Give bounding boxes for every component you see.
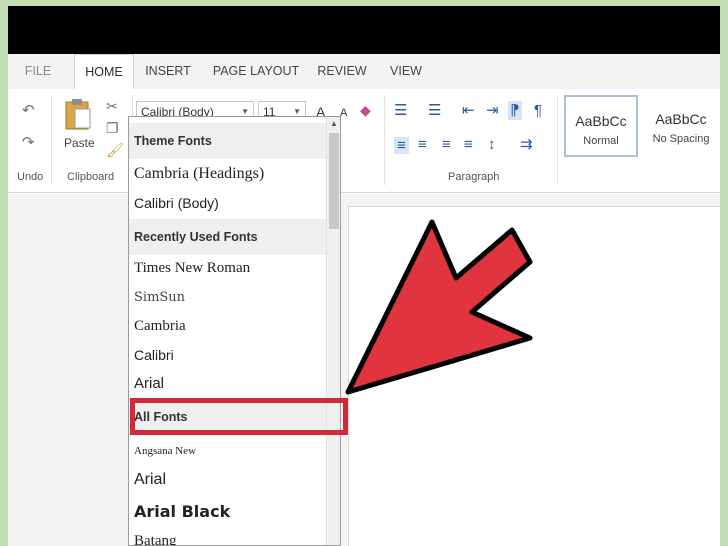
- align-center-icon[interactable]: ≡: [418, 137, 427, 152]
- paste-button[interactable]: Paste: [60, 95, 96, 155]
- numbering-icon[interactable]: ☰: [428, 103, 441, 118]
- title-bar: [8, 6, 720, 54]
- font-option-angsana-new[interactable]: Angsana New: [134, 445, 196, 457]
- undo-icon[interactable]: ↶: [22, 103, 35, 118]
- scrollbar-thumb[interactable]: [329, 133, 339, 229]
- tab-page-layout[interactable]: PAGE LAYOUT: [208, 54, 304, 89]
- divider: [51, 95, 52, 185]
- tab-review[interactable]: REVIEW: [314, 54, 370, 89]
- increase-indent-icon[interactable]: ⇥: [486, 103, 499, 118]
- clipboard-group-label: Clipboard: [67, 171, 115, 183]
- font-option-cambria-headings[interactable]: Cambria (Headings): [134, 165, 264, 183]
- divider: [557, 95, 558, 185]
- font-option-cambria[interactable]: Cambria: [134, 318, 186, 335]
- paste-label: Paste: [64, 136, 95, 150]
- line-spacing-icon[interactable]: ↕: [488, 137, 496, 152]
- font-dropdown-list: Theme Fonts Cambria (Headings) Calibri (…: [128, 116, 341, 546]
- copy-icon[interactable]: ❐: [106, 121, 119, 135]
- chevron-up-icon[interactable]: ▲: [327, 117, 340, 131]
- decrease-indent-icon[interactable]: ⇤: [462, 103, 475, 118]
- format-painter-icon[interactable]: 🖌: [106, 143, 124, 157]
- font-option-calibri-body[interactable]: Calibri (Body): [134, 195, 219, 211]
- tab-home[interactable]: HOME: [74, 54, 134, 90]
- justify-icon[interactable]: ≡: [464, 137, 473, 152]
- highlight-box: [130, 398, 348, 435]
- font-option-batang[interactable]: Batang: [134, 533, 177, 545]
- undo-group-label: Undo: [17, 171, 44, 183]
- font-option-simsun[interactable]: SimSun: [134, 290, 185, 305]
- font-option-arial[interactable]: Arial: [134, 471, 166, 489]
- ribbon: ↶ ↷ Undo Paste ✂ ❐ 🖌 Clipboard Calibri (…: [8, 89, 720, 193]
- pointer-arrow-icon: [345, 219, 533, 395]
- tab-file[interactable]: FILE: [18, 54, 58, 89]
- paragraph-spacing-icon[interactable]: ⇉: [520, 137, 533, 152]
- style-no-spacing[interactable]: AaBbCc No Spacing: [642, 95, 720, 157]
- style-sample: AaBbCc: [575, 113, 627, 129]
- divider: [384, 95, 385, 185]
- bullets-icon[interactable]: ☰: [394, 103, 407, 118]
- paragraph-group-label: Paragraph: [448, 171, 500, 183]
- ribbon-tabs: FILE HOME INSERT PAGE LAYOUT REVIEW VIEW: [8, 54, 720, 90]
- clear-formatting-icon[interactable]: ◆: [360, 103, 371, 117]
- redo-icon[interactable]: ↷: [22, 135, 35, 150]
- recent-fonts-header: Recently Used Fonts: [129, 219, 326, 255]
- font-option-times-new-roman[interactable]: Times New Roman: [134, 260, 250, 277]
- shrink-font-button[interactable]: A: [340, 108, 347, 119]
- dropdown-scrollbar[interactable]: ▲: [326, 117, 340, 545]
- align-right-icon[interactable]: ≡: [442, 137, 451, 152]
- tab-view[interactable]: VIEW: [384, 54, 428, 89]
- ltr-direction-icon[interactable]: ⁋: [508, 101, 522, 120]
- style-sample: AaBbCc: [655, 111, 707, 127]
- font-option-arial[interactable]: Arial: [134, 375, 164, 392]
- font-option-calibri[interactable]: Calibri: [134, 347, 174, 363]
- style-name: No Spacing: [652, 133, 710, 145]
- show-formatting-icon[interactable]: ¶: [534, 103, 542, 118]
- theme-fonts-header: Theme Fonts: [129, 123, 326, 159]
- tab-insert[interactable]: INSERT: [142, 54, 194, 89]
- style-name: Normal: [583, 135, 619, 147]
- font-option-arial-black[interactable]: Arial Black: [134, 502, 230, 521]
- align-left-icon[interactable]: ≡: [394, 137, 409, 154]
- cut-icon[interactable]: ✂: [106, 99, 118, 113]
- clipboard-icon: [65, 99, 91, 130]
- style-normal[interactable]: AaBbCc Normal: [564, 95, 638, 157]
